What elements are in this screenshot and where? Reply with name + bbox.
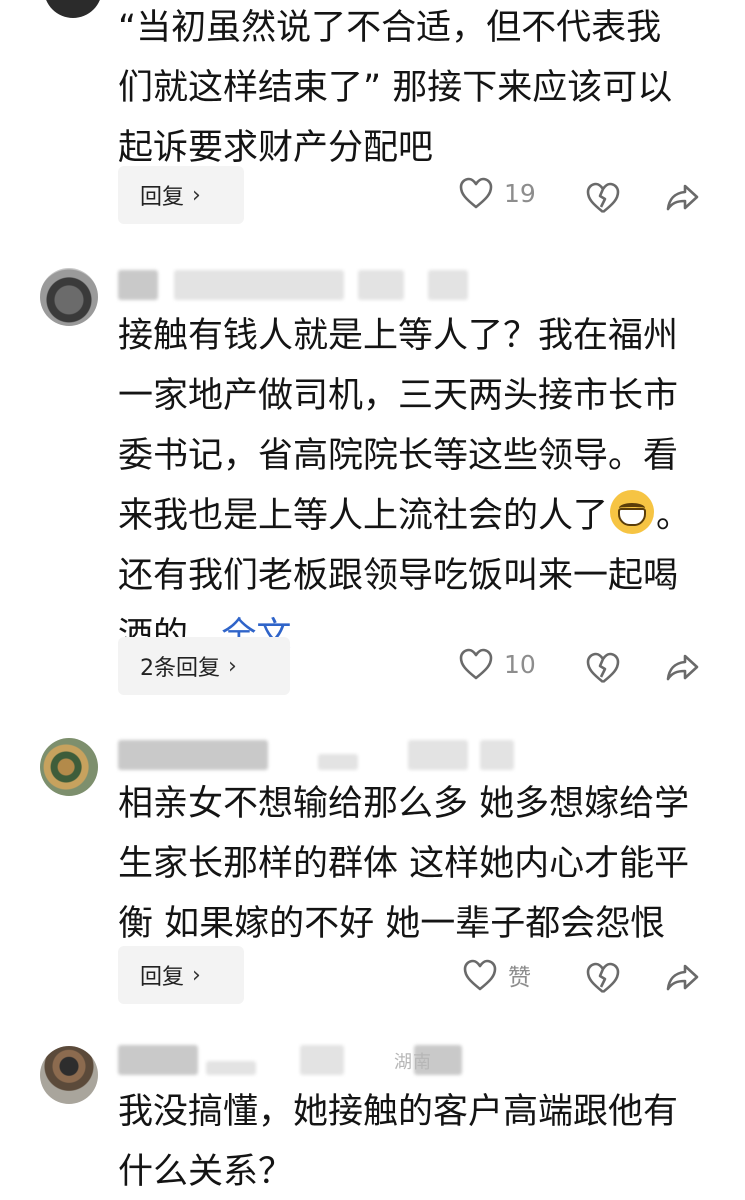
grinning-face-emoji — [610, 490, 655, 534]
reply-button-label: 2条回复 — [140, 656, 220, 681]
like-label: 赞 — [508, 965, 531, 991]
author-name-blurred[interactable] — [118, 270, 478, 300]
comment-content: 相亲女不想输给那么多 她多想嫁给学 生家长那样的群体 这样她内心才能平 衡 如果… — [118, 774, 718, 954]
heart-outline-icon — [463, 959, 497, 991]
like-button[interactable]: 赞 — [462, 958, 531, 992]
broken-heart-icon[interactable] — [585, 651, 621, 685]
heart-outline-icon — [459, 177, 493, 209]
like-button[interactable]: 19 — [458, 176, 536, 210]
like-count: 19 — [504, 178, 536, 208]
comment-line: 一家地产做司机，三天两头接市长市 — [118, 376, 679, 416]
comment-line: 什么关系？ — [118, 1152, 294, 1192]
reply-button[interactable]: 回复 › — [118, 946, 244, 1004]
broken-heart-icon[interactable] — [585, 181, 621, 215]
comment-content: 接触有钱人就是上等人了？我在福州 一家地产做司机，三天两头接市长市 委书记，省高… — [118, 306, 718, 666]
avatar[interactable] — [40, 738, 98, 796]
broken-heart-icon[interactable] — [585, 961, 621, 995]
like-count: 10 — [504, 649, 536, 679]
comment-content: “当初虽然说了不合适，但不代表我 们就这样结束了” 那接下来应该可以 起诉要求财… — [118, 0, 718, 178]
reply-button[interactable]: 2条回复 › — [118, 637, 290, 695]
avatar[interactable] — [44, 0, 102, 18]
comment-line: 委书记，省高院院长等这些领导。看 — [118, 436, 679, 476]
share-arrow-icon[interactable] — [665, 962, 701, 994]
comment-line: 还有我们老板跟领导吃饭叫来一起喝 — [118, 556, 679, 596]
chevron-right-icon: › — [192, 962, 201, 988]
author-location: 湖南 — [394, 1052, 432, 1073]
comment-line: 我没搞懂，她接触的客户高端跟他有 — [118, 1092, 679, 1132]
comment-line: 来我也是上等人上流社会的人了。 — [118, 486, 718, 546]
chevron-right-icon: › — [228, 653, 237, 679]
comment-content: 我没搞懂，她接触的客户高端跟他有 什么关系？ — [118, 1082, 718, 1200]
avatar[interactable] — [40, 268, 98, 326]
comment-line: 衡 如果嫁的不好 她一辈子都会怨恨 — [118, 904, 666, 944]
avatar[interactable] — [40, 1046, 98, 1104]
like-button[interactable]: 10 — [458, 647, 536, 681]
author-name-blurred[interactable] — [118, 740, 518, 770]
comment-line: 接触有钱人就是上等人了？我在福州 — [118, 316, 679, 356]
share-arrow-icon[interactable] — [665, 182, 701, 214]
reply-button-label: 回复 — [140, 965, 185, 990]
comment-line: 相亲女不想输给那么多 她多想嫁给学 — [118, 784, 690, 824]
comment-line: “当初虽然说了不合适，但不代表我 — [118, 8, 662, 48]
comment-line: 们就这样结束了” 那接下来应该可以 — [118, 68, 673, 108]
heart-outline-icon — [459, 648, 493, 680]
share-arrow-icon[interactable] — [665, 652, 701, 684]
reply-button[interactable]: 回复 › — [118, 166, 244, 224]
comment-line: 生家长那样的群体 这样她内心才能平 — [118, 844, 690, 884]
reply-button-label: 回复 — [140, 185, 185, 210]
chevron-right-icon: › — [192, 182, 201, 208]
